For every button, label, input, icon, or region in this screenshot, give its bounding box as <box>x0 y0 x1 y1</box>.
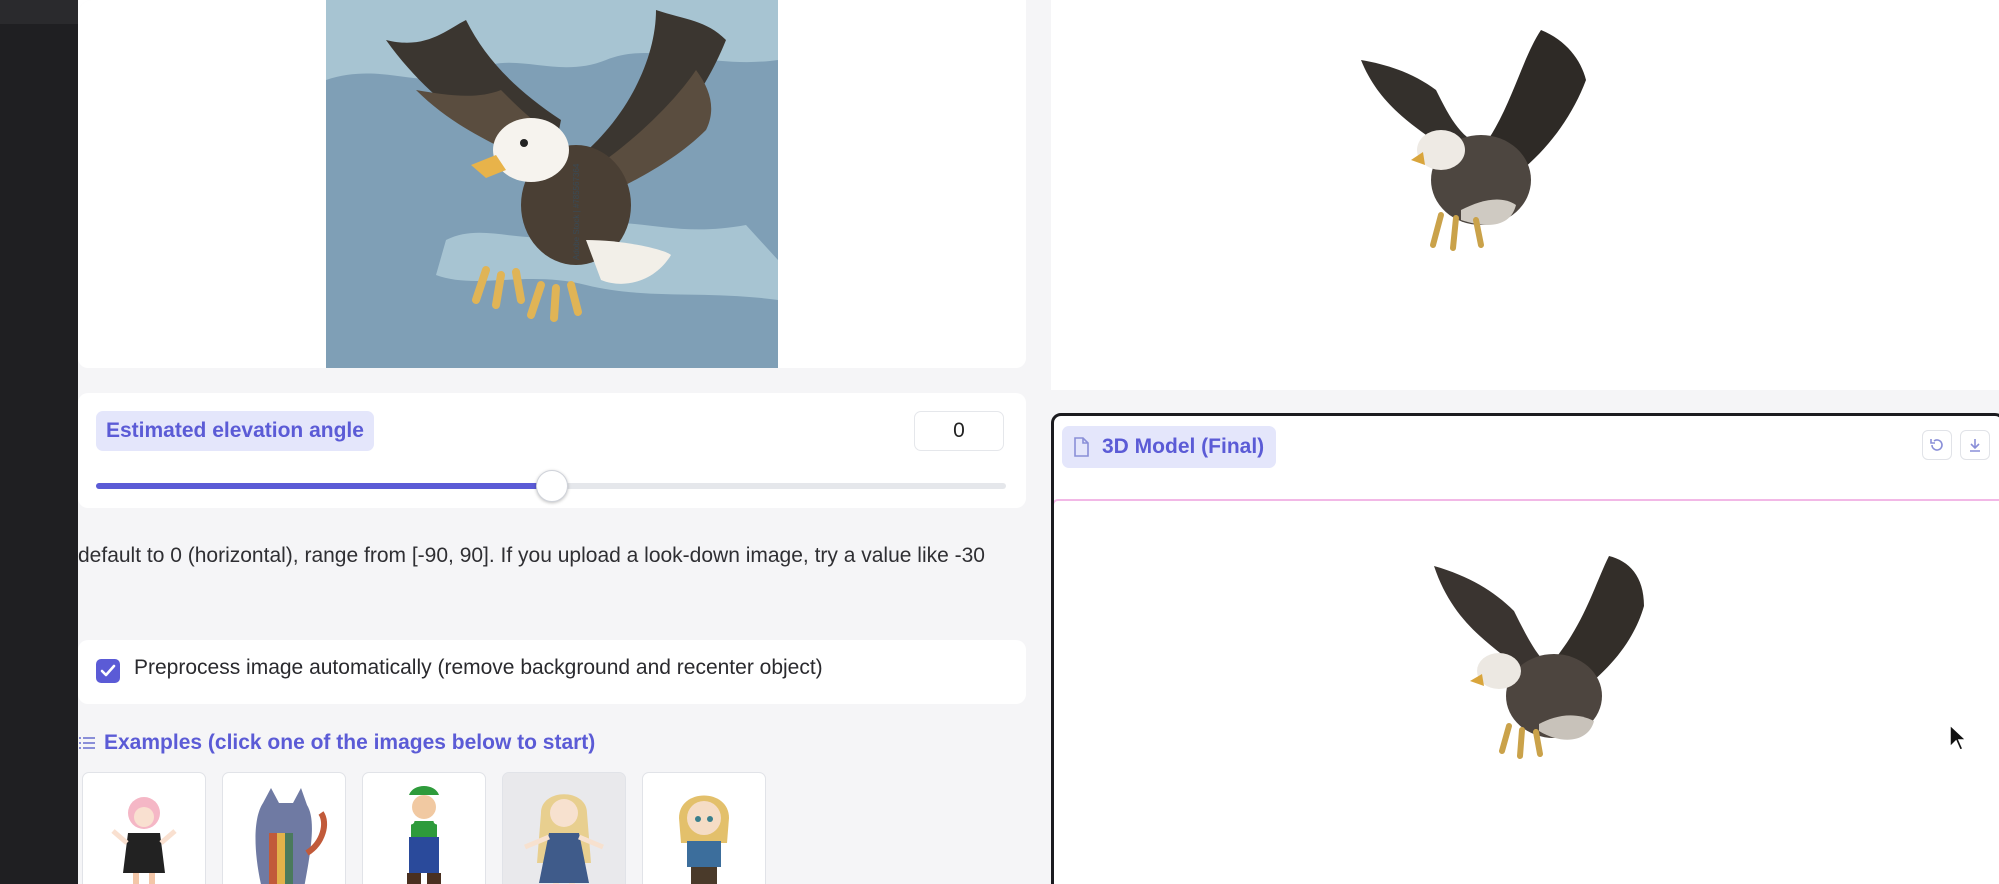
eagle-preview-image <box>1361 30 1586 251</box>
examples-header: Examples (click one of the images below … <box>78 728 595 758</box>
preprocess-checkbox[interactable] <box>96 659 120 683</box>
file-icon <box>1074 437 1089 457</box>
model-panel-label: 3D Model (Final) <box>1062 426 1277 468</box>
elevation-slider-track[interactable] <box>96 470 1006 502</box>
example-thumbnail-zelda[interactable] <box>642 772 766 884</box>
check-icon <box>100 664 116 677</box>
reset-icon <box>1930 439 1943 451</box>
examples-title: Examples (click one of the images below … <box>104 731 596 754</box>
model-3d-viewer[interactable] <box>1054 499 1999 884</box>
eagle-3d-model <box>1434 556 1644 759</box>
example-thumbnail-luigi[interactable] <box>362 772 486 884</box>
elevation-slider-thumb[interactable] <box>536 470 568 502</box>
list-icon <box>79 737 95 749</box>
elevation-slider-panel: Estimated elevation angle 0 <box>78 393 1026 508</box>
elevation-slider-fill <box>96 483 551 489</box>
elevation-help-text: default to 0 (horizontal), range from [-… <box>78 544 985 567</box>
app-window: Adobe Stock | #785567364 Estimated eleva… <box>78 0 1999 884</box>
input-image-panel[interactable]: Adobe Stock | #785567364 <box>78 0 1026 368</box>
examples-gallery <box>82 772 766 884</box>
elevation-number-input[interactable]: 0 <box>914 411 1004 451</box>
cursor-icon <box>1949 723 1968 751</box>
input-image[interactable]: Adobe Stock | #785567364 <box>326 0 778 368</box>
model-panel-title: 3D Model (Final) <box>1102 435 1265 458</box>
stock-watermark: Adobe Stock | #785567364 <box>572 163 581 260</box>
example-thumbnail-doll-girl[interactable] <box>502 772 626 884</box>
example-thumbnail-anya[interactable] <box>82 772 206 884</box>
elevation-label: Estimated elevation angle <box>96 411 374 451</box>
desktop-background <box>0 0 78 884</box>
reset-button[interactable] <box>1922 430 1952 460</box>
window-titlebar-strip <box>0 0 78 24</box>
example-thumbnail-cat-statue[interactable] <box>222 772 346 884</box>
preprocess-label[interactable]: Preprocess image automatically (remove b… <box>134 656 823 680</box>
model-3d-panel: 3D Model (Final) <box>1051 413 1999 884</box>
multiview-preview-panel <box>1051 0 1999 390</box>
preprocess-panel: Preprocess image automatically (remove b… <box>78 640 1026 704</box>
download-button[interactable] <box>1960 430 1990 460</box>
download-icon <box>1970 439 1980 452</box>
